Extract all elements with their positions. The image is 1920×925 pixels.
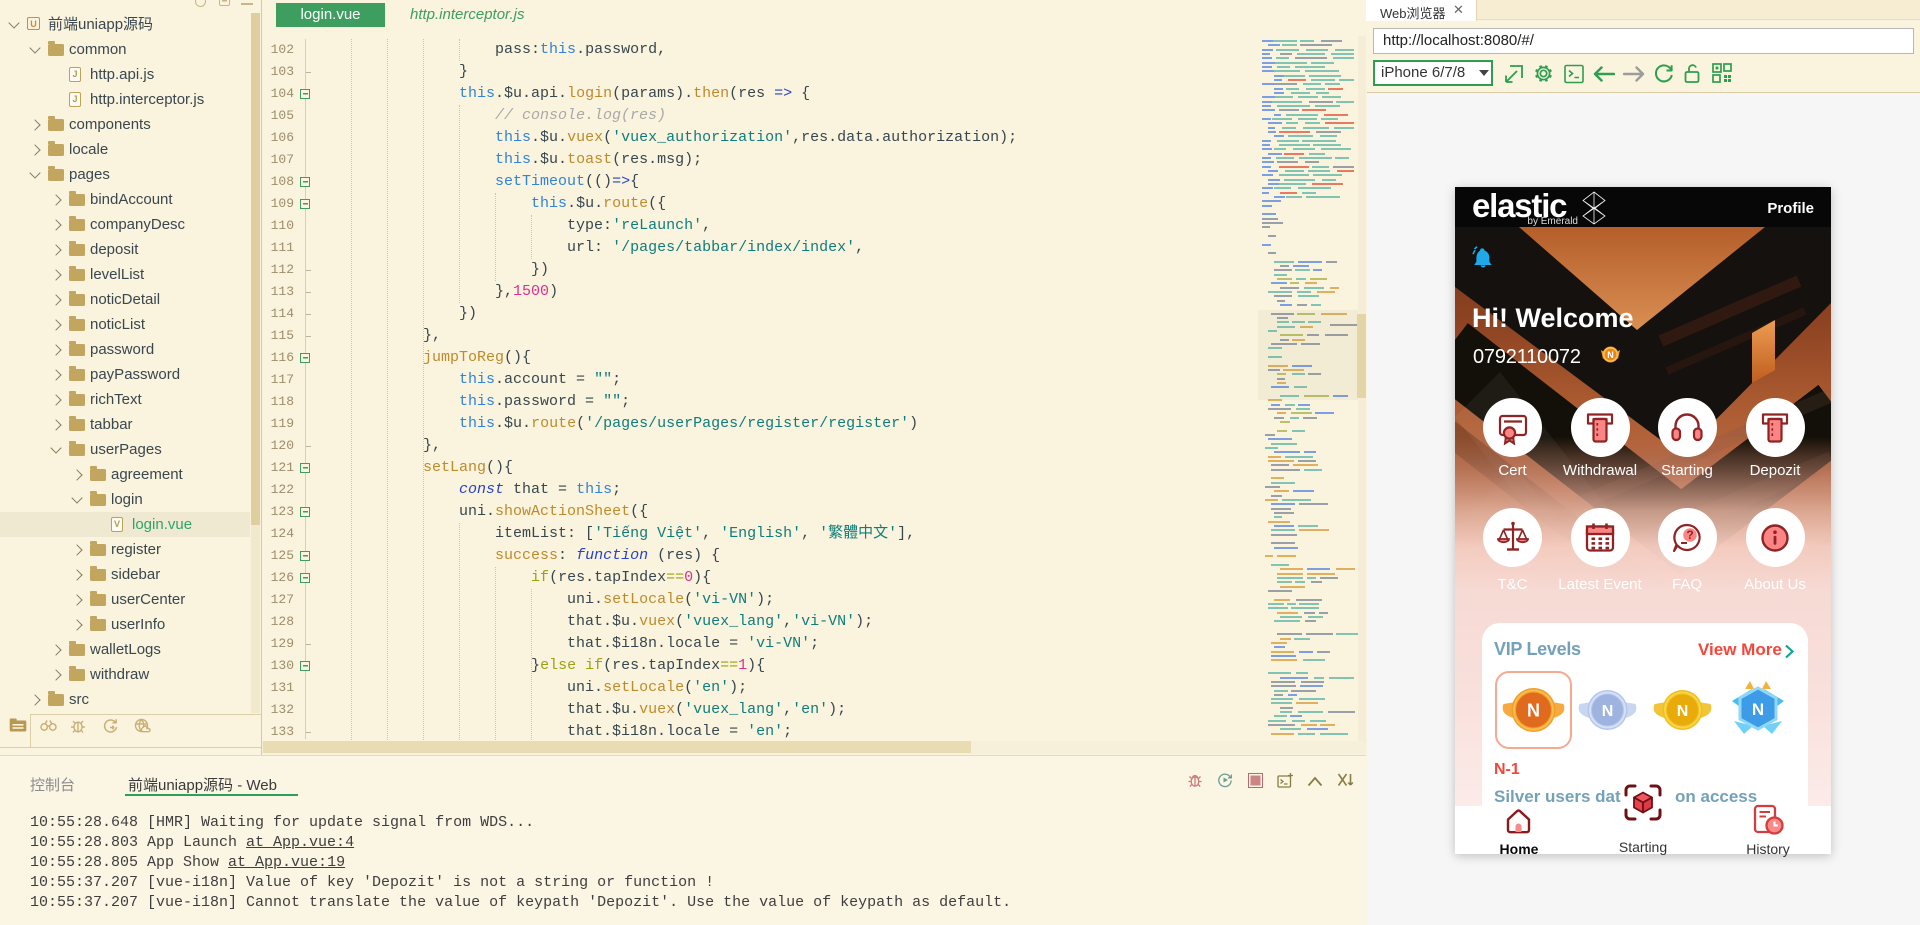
svg-text:N: N	[1677, 703, 1689, 720]
svg-text:N: N	[1602, 703, 1614, 720]
svg-text:N: N	[1607, 350, 1614, 360]
svg-text:N: N	[1752, 700, 1764, 719]
svg-text:?: ?	[1686, 528, 1693, 542]
svg-text:N: N	[1527, 701, 1540, 721]
